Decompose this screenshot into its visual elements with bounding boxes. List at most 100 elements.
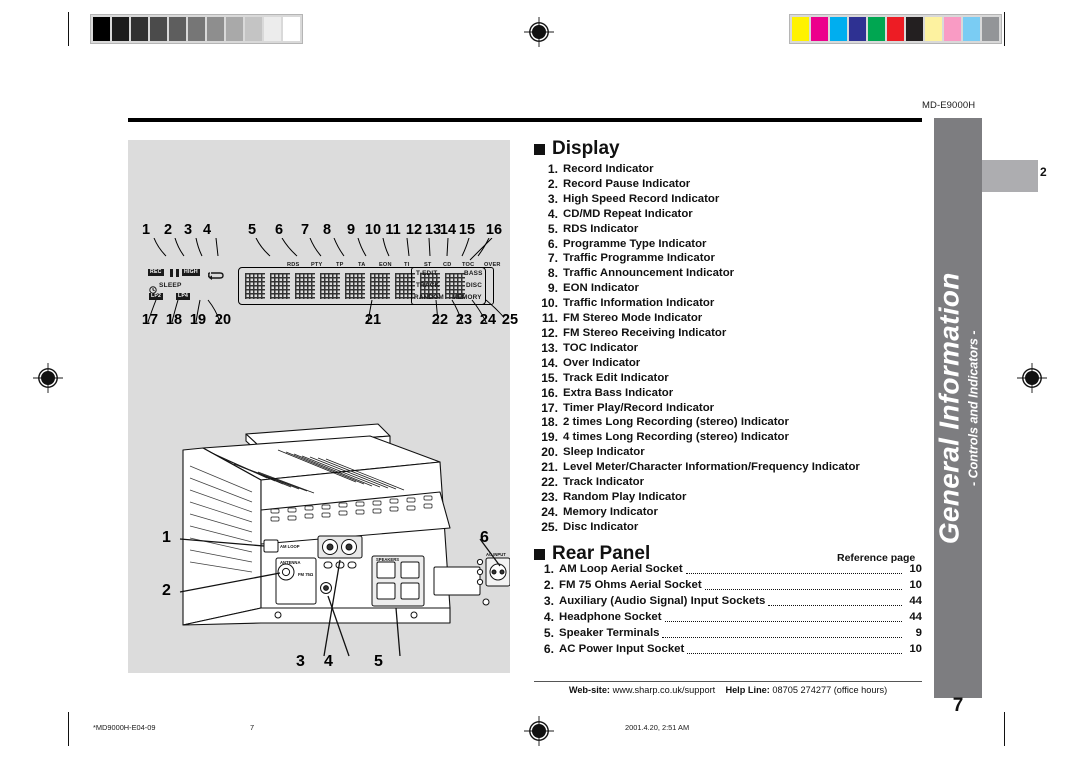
display-list-item-number: 25. <box>541 519 558 534</box>
display-list-item-number: 6. <box>547 236 558 251</box>
display-list-item-number: 19. <box>541 430 558 445</box>
crop-mark-bottom-left <box>68 712 69 746</box>
display-list-item-label: Over Indicator <box>563 356 641 369</box>
lcd-callout-10: 10 <box>364 222 382 238</box>
rear-panel-illustration: AM LOOP ANTENNA FM 75Ω SPEAKERS AC INPUT <box>128 410 511 673</box>
display-list-item-label: Record Indicator <box>563 163 654 175</box>
display-list-item: 17. Timer Play/Record Indicator <box>536 401 860 416</box>
dot-leader <box>662 636 902 638</box>
rear-panel-item-page: 44 <box>909 611 922 624</box>
indicator-eon: EON <box>379 262 392 268</box>
step-wedge-patch-7 <box>226 17 243 41</box>
sidebar-chapter-title: General Information - Controls and Indic… <box>934 118 982 698</box>
registration-mark-left <box>33 363 63 393</box>
rear-panel-item-label: FM 75 Ohms Aerial Socket <box>559 579 702 592</box>
rear-callout-1: 1 <box>162 529 171 546</box>
rear-panel-item-page: 10 <box>909 579 922 592</box>
color-bar-patch-0 <box>792 17 809 41</box>
crop-mark-top-left <box>68 12 69 46</box>
lcd-callout-5: 5 <box>247 222 257 238</box>
rear-panel-item-label: Speaker Terminals <box>559 627 660 640</box>
display-list-item-number: 23. <box>541 489 558 504</box>
rear-panel-item-number: 5. <box>543 626 554 641</box>
dot-leader <box>685 572 902 574</box>
display-list-item-label: Record Pause Indicator <box>563 177 691 190</box>
helpline-label: Help Line: <box>725 685 770 695</box>
display-heading-label: Display <box>552 138 620 159</box>
lcd-callout-9: 9 <box>346 222 356 238</box>
rear-panel-item-number: 6. <box>543 642 554 657</box>
registration-mark-top <box>524 17 554 47</box>
display-list-item: 16. Extra Bass Indicator <box>536 386 860 401</box>
lcd-callout-13: 13 <box>424 222 442 238</box>
display-list-item: 19. 4 times Long Recording (stereo) Indic… <box>536 430 860 445</box>
step-wedge-patch-2 <box>131 17 148 41</box>
display-list-item-label: 4 times Long Recording (stereo) Indicato… <box>563 431 789 444</box>
display-list-item-label: Random Play Indicator <box>563 490 687 503</box>
display-list-item-number: 1. <box>547 162 558 176</box>
step-wedge-patch-8 <box>245 17 262 41</box>
display-list-item: 15. Track Edit Indicator <box>536 371 860 386</box>
grayscale-step-wedge <box>90 14 303 44</box>
display-list-item: 9. EON Indicator <box>536 281 860 296</box>
step-wedge-patch-6 <box>207 17 224 41</box>
display-list-item-number: 18. <box>541 415 558 430</box>
display-list-item-label: RDS Indicator <box>563 222 639 235</box>
lcd-segment <box>320 273 340 299</box>
display-list-item-number: 9. <box>547 281 558 296</box>
dot-leader <box>704 588 902 590</box>
display-list-item: 3. High Speed Record Indicator <box>536 192 860 207</box>
step-wedge-patch-9 <box>264 17 281 41</box>
lcd-segment <box>370 273 390 299</box>
display-list-item: 2. Record Pause Indicator <box>536 177 860 192</box>
display-list-item-number: 5. <box>547 221 558 236</box>
lcd-callout-2: 2 <box>163 222 173 238</box>
display-list-item-label: Traffic Announcement Indicator <box>563 267 735 280</box>
display-list-item: 23. Random Play Indicator <box>536 490 860 505</box>
display-list-item-label: Track Edit Indicator <box>563 371 669 384</box>
display-list-item-number: 16. <box>541 385 558 400</box>
display-list-item: 12. FM Stereo Receiving Indicator <box>536 326 860 341</box>
website-label: Web-site: <box>568 685 610 695</box>
lcd-segment <box>295 273 315 299</box>
lcd-callout-25: 25 <box>501 312 519 328</box>
lcd-segment <box>245 273 265 299</box>
indicator-pty: PTY <box>311 262 323 268</box>
svg-text:AC INPUT: AC INPUT <box>486 552 506 557</box>
display-list-item-number: 21. <box>541 460 558 475</box>
manual-page: MD-E9000H 2 General Information - Contro… <box>0 0 1080 763</box>
bullet-square-icon <box>534 548 545 560</box>
display-section-heading: Display <box>534 138 620 160</box>
lcd-segment <box>270 273 290 299</box>
rear-panel-list-item: 5. Speaker Terminals 9 <box>534 625 922 641</box>
sidebar-title-main: General Information <box>933 272 965 544</box>
registration-mark-bottom <box>524 716 554 746</box>
lcd-callout-6: 6 <box>274 222 284 238</box>
color-bar-patch-8 <box>944 17 961 41</box>
lcd-callout-15: 15 <box>458 222 476 238</box>
indicator-ta: TA <box>358 262 366 268</box>
rear-callout-4: 4 <box>324 653 333 670</box>
display-list-item-label: 2 times Long Recording (stereo) Indicato… <box>563 416 789 429</box>
display-list-item-label: Sleep Indicator <box>563 446 645 459</box>
rear-callout-5: 5 <box>374 653 383 670</box>
display-list-item-label: FM Stereo Mode Indicator <box>563 312 703 325</box>
display-list-item-label: TOC Indicator <box>563 341 639 354</box>
display-list-item: 21. Level Meter/Character Information/Fre… <box>536 460 860 475</box>
step-wedge-patch-10 <box>283 17 300 41</box>
display-list-item-number: 7. <box>547 251 558 266</box>
step-wedge-patch-3 <box>150 17 167 41</box>
website-url[interactable]: www.sharp.co.uk/support <box>613 685 716 695</box>
lcd-callout-4: 4 <box>202 222 212 238</box>
rear-callout-3: 3 <box>296 653 305 670</box>
lcd-callout-1: 1 <box>141 222 151 238</box>
display-list-item: 18. 2 times Long Recording (stereo) Indic… <box>536 415 860 430</box>
color-bar-patch-7 <box>925 17 942 41</box>
rear-panel-item-label: AC Power Input Socket <box>559 643 685 656</box>
illustration-panel: 1 2 3 4 5 6 7 8 9 10 11 12 13 14 15 16 17 18 19 20 21 22 23 24… <box>128 140 518 673</box>
header-rule <box>128 118 922 122</box>
rear-panel-item-number: 4. <box>543 610 554 625</box>
step-wedge-patch-0 <box>93 17 110 41</box>
rear-panel-list-item: 3. Auxiliary (Audio Signal) Input Sockets… <box>534 593 922 609</box>
display-list-item: 5. RDS Indicator <box>536 222 860 237</box>
